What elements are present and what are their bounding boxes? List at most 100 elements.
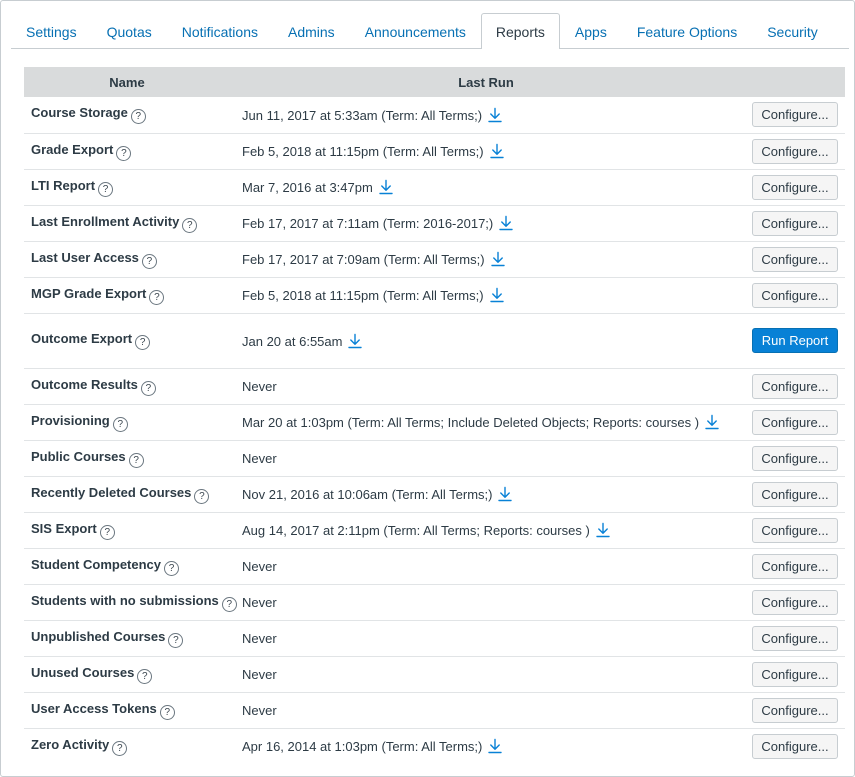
configure-button[interactable]: Configure... [752, 373, 838, 399]
report-name: Unused Courses [31, 664, 135, 680]
download-icon[interactable] [490, 251, 506, 267]
tab-apps[interactable]: Apps [560, 14, 622, 48]
table-row: Outcome Results? Never Configure... [24, 368, 845, 404]
report-name: Zero Activity [31, 736, 110, 752]
tab-reports[interactable]: Reports [480, 13, 560, 49]
configure-button[interactable]: Configure... [752, 733, 838, 759]
help-icon[interactable]: ? [112, 416, 128, 432]
configure-button[interactable]: Configure... [752, 661, 838, 687]
help-icon[interactable]: ? [194, 488, 210, 504]
report-name: SIS Export [31, 520, 97, 536]
report-name-cell: User Access Tokens? [24, 692, 230, 728]
help-icon[interactable]: ? [159, 704, 175, 720]
column-header-last-run: Last Run [230, 67, 742, 97]
help-icon[interactable]: ? [141, 253, 157, 269]
tab-announcements[interactable]: Announcements [350, 14, 481, 48]
table-row: Provisioning? Mar 20 at 1:03pm (Term: All… [24, 404, 845, 440]
action-cell: Configure... [742, 692, 845, 728]
help-icon[interactable]: ? [140, 380, 156, 396]
action-cell: Configure... [742, 169, 845, 205]
configure-button[interactable]: Configure... [752, 102, 838, 128]
download-icon[interactable] [487, 107, 503, 123]
download-icon[interactable] [595, 522, 611, 538]
configure-button[interactable]: Configure... [752, 589, 838, 615]
download-icon[interactable] [487, 738, 503, 754]
configure-button[interactable]: Configure... [752, 625, 838, 651]
run-report-button[interactable]: Run Report [752, 328, 838, 353]
report-name-cell: Public Courses? [24, 440, 230, 476]
configure-button[interactable]: Configure... [752, 246, 838, 272]
report-name: Grade Export [31, 141, 114, 157]
last-run-cell: Nov 21, 2016 at 10:06am (Term: All Terms… [230, 476, 742, 512]
last-run-cell: Never [230, 620, 742, 656]
last-run-cell: Never [230, 368, 742, 404]
action-cell: Configure... [742, 133, 845, 169]
report-name: Outcome Results [31, 376, 138, 392]
configure-button[interactable]: Configure... [752, 481, 838, 507]
tab-feature-options[interactable]: Feature Options [622, 14, 752, 48]
configure-button[interactable]: Configure... [752, 282, 838, 308]
configure-button[interactable]: Configure... [752, 517, 838, 543]
help-icon[interactable]: ? [98, 181, 114, 197]
help-icon[interactable]: ? [112, 740, 128, 756]
help-icon[interactable]: ? [149, 289, 165, 305]
action-cell: Configure... [742, 512, 845, 548]
configure-button[interactable]: Configure... [752, 138, 838, 164]
download-icon[interactable] [347, 333, 363, 349]
last-run-text: Apr 16, 2014 at 1:03pm (Term: All Terms;… [242, 739, 483, 755]
action-cell: Configure... [742, 548, 845, 584]
help-icon[interactable]: ? [221, 596, 237, 612]
action-cell: Configure... [742, 277, 845, 313]
download-icon[interactable] [489, 143, 505, 159]
configure-button[interactable]: Configure... [752, 697, 838, 723]
download-icon[interactable] [489, 287, 505, 303]
help-icon[interactable]: ? [182, 217, 198, 233]
last-run-text: Feb 5, 2018 at 11:15pm (Term: All Terms;… [242, 144, 484, 159]
last-run-cell: Never [230, 656, 742, 692]
help-icon[interactable]: ? [99, 524, 115, 540]
help-icon[interactable]: ? [128, 452, 144, 468]
configure-button[interactable]: Configure... [752, 445, 838, 471]
tab-security[interactable]: Security [752, 14, 833, 48]
help-icon[interactable]: ? [164, 560, 180, 576]
help-icon[interactable]: ? [137, 668, 153, 684]
last-run-cell: Jan 20 at 6:55am [230, 313, 742, 368]
configure-button[interactable]: Configure... [752, 210, 838, 236]
help-icon[interactable]: ? [116, 145, 132, 161]
report-name-cell: Course Storage? [24, 97, 230, 133]
action-cell: Configure... [742, 728, 845, 764]
report-name: Students with no submissions [31, 592, 219, 608]
tab-notifications[interactable]: Notifications [167, 14, 273, 48]
tab-settings[interactable]: Settings [11, 14, 92, 48]
last-run-text: Aug 14, 2017 at 2:11pm (Term: All Terms;… [242, 523, 590, 538]
last-run-text: Jun 11, 2017 at 5:33am (Term: All Terms;… [242, 107, 483, 123]
action-cell: Configure... [742, 404, 845, 440]
report-name-cell: MGP Grade Export? [24, 277, 230, 313]
last-run-cell: Feb 17, 2017 at 7:11am (Term: 2016-2017;… [230, 205, 742, 241]
configure-button[interactable]: Configure... [752, 174, 838, 200]
report-name: User Access Tokens [31, 700, 157, 716]
last-run-cell: Never [230, 584, 742, 620]
reports-table: Name Last Run Course Storage? Jun 11, 201… [24, 67, 845, 764]
table-row: Last User Access? Feb 17, 2017 at 7:09am … [24, 241, 845, 277]
tab-quotas[interactable]: Quotas [92, 14, 167, 48]
table-row: MGP Grade Export? Feb 5, 2018 at 11:15pm … [24, 277, 845, 313]
download-icon[interactable] [497, 486, 513, 502]
help-icon[interactable]: ? [135, 335, 151, 350]
last-run-text: Feb 17, 2017 at 7:09am (Term: All Terms;… [242, 252, 485, 267]
download-icon[interactable] [378, 179, 394, 195]
last-run-cell: Mar 7, 2016 at 3:47pm [230, 169, 742, 205]
last-run-text: Never [242, 378, 277, 394]
report-name-cell: Grade Export? [24, 133, 230, 169]
configure-button[interactable]: Configure... [752, 409, 838, 435]
last-run-text: Never [242, 450, 277, 466]
tab-admins[interactable]: Admins [273, 14, 350, 48]
download-icon[interactable] [704, 414, 720, 430]
help-icon[interactable]: ? [168, 632, 184, 648]
last-run-cell: Never [230, 440, 742, 476]
action-cell: Configure... [742, 241, 845, 277]
download-icon[interactable] [498, 215, 514, 231]
last-run-cell: Jun 11, 2017 at 5:33am (Term: All Terms;… [230, 97, 742, 133]
help-icon[interactable]: ? [130, 109, 146, 125]
configure-button[interactable]: Configure... [752, 553, 838, 579]
